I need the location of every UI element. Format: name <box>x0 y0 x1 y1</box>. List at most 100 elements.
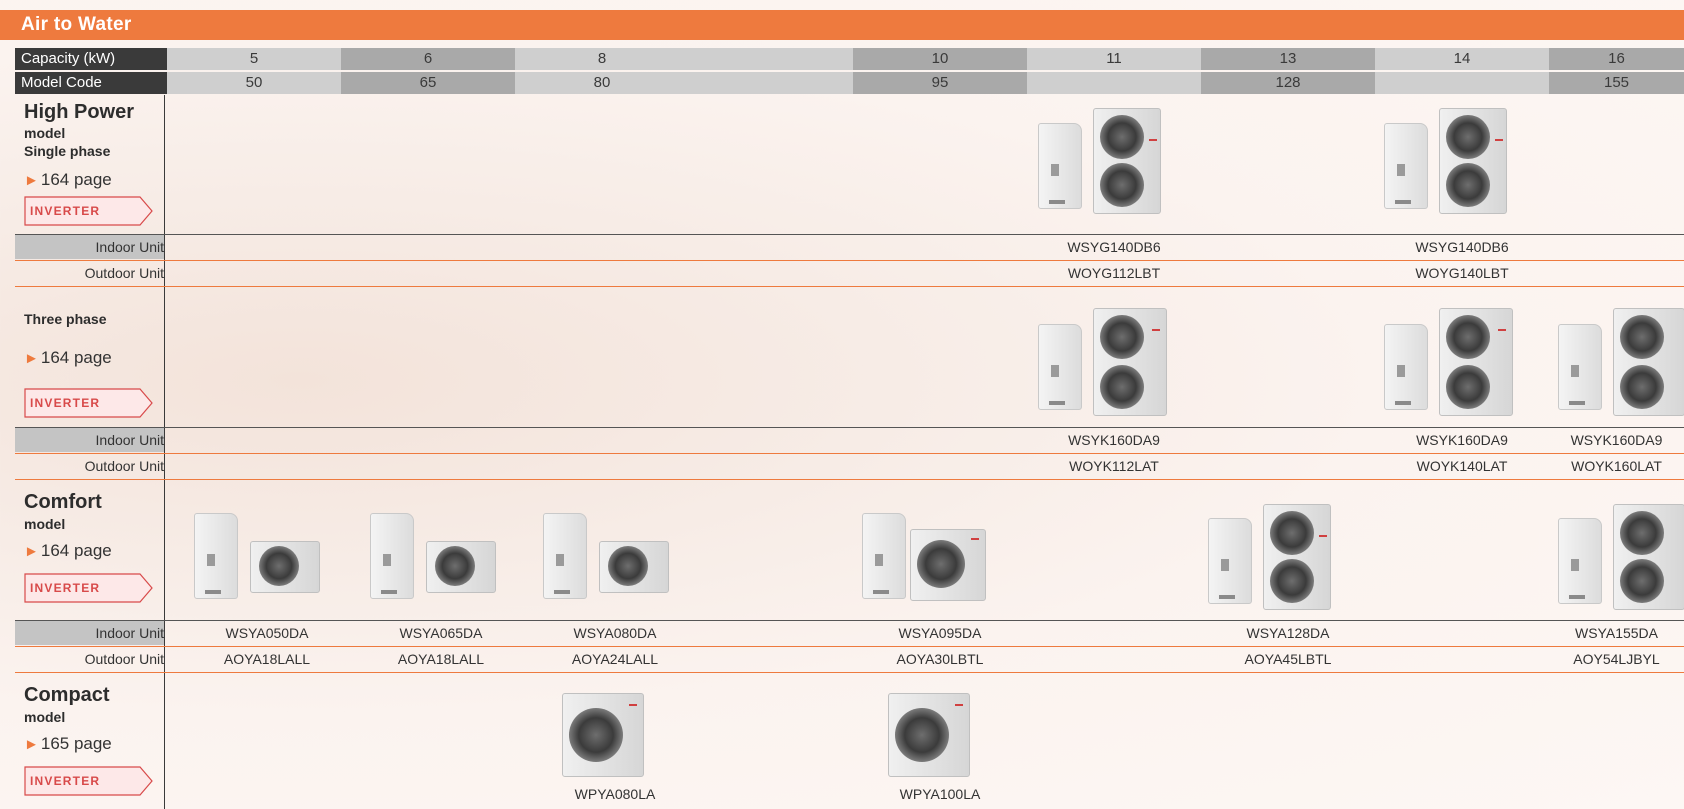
heat-pump-unit-icon <box>562 693 644 777</box>
outdoor-unit-row: Outdoor Unit AOYA18LALL AOYA18LALL AOYA2… <box>15 647 1684 671</box>
section-title-high-power: High Power <box>24 101 135 123</box>
capacity-cell <box>689 48 853 70</box>
heat-pump-unit-icon <box>370 513 500 599</box>
model-number: WSYK160DA9 <box>1570 432 1663 448</box>
page-reference-link[interactable]: ► 164 page <box>24 541 112 561</box>
outdoor-unit-row: Outdoor Unit WOYG112LBT WOYG140LBT <box>15 261 1684 285</box>
page-reference-link[interactable]: ► 164 page <box>24 170 112 190</box>
section-divider <box>15 286 1684 287</box>
model-number: WSYA065DA <box>399 625 483 641</box>
heat-pump-unit-icon <box>543 513 673 599</box>
outdoor-unit-label: Outdoor Unit <box>84 458 164 474</box>
inverter-badge-icon: INVERTER <box>24 388 154 418</box>
indoor-unit-row: Indoor Unit WSYA050DA WSYA065DA WSYA080D… <box>15 621 1684 645</box>
model-number: WPYA080LA <box>574 786 656 802</box>
model-number: AOYA30LBTL <box>896 651 984 667</box>
page-reference-text: 164 page <box>40 348 112 367</box>
model-number: WSYA155DA <box>1575 625 1658 641</box>
capacity-cell: 6 <box>341 48 515 70</box>
triangle-right-icon: ► <box>24 736 39 753</box>
model-number: WOYG140LBT <box>1415 265 1509 281</box>
model-code-cell: 80 <box>515 72 689 94</box>
outdoor-unit-label: Outdoor Unit <box>84 265 164 281</box>
model-number: WSYA128DA <box>1246 625 1330 641</box>
model-code-cell: 95 <box>853 72 1027 94</box>
indoor-unit-label: Indoor Unit <box>15 235 164 259</box>
capacity-label: Capacity (kW) <box>15 48 167 70</box>
indoor-unit-label: Indoor Unit <box>15 621 164 645</box>
heat-pump-unit-icon <box>194 513 324 599</box>
banner-title: Air to Water <box>21 14 132 35</box>
section-subtitle: Single phase <box>24 143 111 159</box>
model-number: WPYA100LA <box>899 786 981 802</box>
indoor-unit-label: Indoor Unit <box>15 428 164 452</box>
triangle-right-icon: ► <box>24 543 39 560</box>
model-code-cell <box>689 72 853 94</box>
model-code-cell: 65 <box>341 72 515 94</box>
heat-pump-unit-icon <box>862 513 992 603</box>
page-reference-text: 164 page <box>40 541 112 560</box>
page-reference-text: 165 page <box>40 734 112 753</box>
inverter-badge-label: INVERTER <box>30 581 101 595</box>
page-reference-link[interactable]: ► 165 page <box>24 734 112 754</box>
inverter-badge-label: INVERTER <box>30 396 101 410</box>
model-number: WSYA050DA <box>225 625 309 641</box>
model-code-cell <box>1027 72 1201 94</box>
model-number: AOYA18LALL <box>397 651 485 667</box>
model-number: WSYG140DB6 <box>1415 239 1509 255</box>
section-title-compact: Compact <box>24 684 110 706</box>
capacity-cell: 13 <box>1201 48 1375 70</box>
capacity-cell: 14 <box>1375 48 1549 70</box>
section-subtitle: model <box>24 709 66 725</box>
heat-pump-unit-icon <box>888 693 970 777</box>
heat-pump-unit-icon <box>1038 308 1168 416</box>
capacity-row: Capacity (kW) 5 6 8 10 11 13 14 16 <box>15 48 1684 70</box>
model-number: AOYA24LALL <box>571 651 659 667</box>
section-subtitle: model <box>24 516 66 532</box>
model-number: WSYG140DB6 <box>1067 239 1161 255</box>
model-code-cell: 128 <box>1201 72 1375 94</box>
outdoor-unit-label: Outdoor Unit <box>84 651 164 667</box>
section-subtitle: Three phase <box>24 311 107 327</box>
model-number: AOY54LJBYL <box>1573 651 1660 667</box>
heat-pump-unit-icon <box>1558 308 1684 416</box>
model-number: WSYA095DA <box>898 625 982 641</box>
section-divider <box>15 672 1684 673</box>
model-number: WOYK112LAT <box>1069 458 1159 474</box>
capacity-cell: 8 <box>515 48 689 70</box>
model-number: WOYG112LBT <box>1067 265 1161 281</box>
model-code-cell <box>1375 72 1549 94</box>
model-number: WOYK140LAT <box>1416 458 1508 474</box>
outdoor-unit-row: Outdoor Unit WOYK112LAT WOYK140LAT WOYK1… <box>15 454 1684 478</box>
heat-pump-unit-icon <box>1558 504 1684 610</box>
model-number: AOYA18LALL <box>223 651 311 667</box>
section-subtitle: model <box>24 125 66 141</box>
heat-pump-unit-icon <box>1208 504 1338 610</box>
triangle-right-icon: ► <box>24 172 39 189</box>
capacity-cell: 16 <box>1549 48 1684 70</box>
model-code-row: Model Code 50 65 80 95 128 155 <box>15 72 1684 94</box>
heat-pump-unit-icon <box>1038 108 1168 214</box>
page-reference-text: 164 page <box>40 170 112 189</box>
compact-unit-row: WPYA080LA WPYA100LA <box>15 782 1684 806</box>
section-divider <box>15 479 1684 480</box>
model-number: WSYK160DA9 <box>1416 432 1508 448</box>
indoor-unit-row: Indoor Unit WSYK160DA9 WSYK160DA9 WSYK16… <box>15 428 1684 452</box>
capacity-cell: 11 <box>1027 48 1201 70</box>
model-number: AOYA45LBTL <box>1244 651 1332 667</box>
model-number: WOYK160LAT <box>1571 458 1662 474</box>
heat-pump-unit-icon <box>1384 108 1514 214</box>
inverter-badge-label: INVERTER <box>30 204 101 218</box>
model-code-label: Model Code <box>15 72 167 94</box>
model-number: WSYA080DA <box>573 625 657 641</box>
model-code-cell: 50 <box>167 72 341 94</box>
model-code-cell: 155 <box>1549 72 1684 94</box>
section-banner: Air to Water <box>0 10 1684 40</box>
column-divider <box>164 95 165 809</box>
model-number: WSYK160DA9 <box>1068 432 1160 448</box>
triangle-right-icon: ► <box>24 350 39 367</box>
section-title-comfort: Comfort <box>24 491 102 513</box>
page-reference-link[interactable]: ► 164 page <box>24 348 112 368</box>
inverter-badge-icon: INVERTER <box>24 573 154 603</box>
indoor-unit-row: Indoor Unit WSYG140DB6 WSYG140DB6 <box>15 235 1684 259</box>
